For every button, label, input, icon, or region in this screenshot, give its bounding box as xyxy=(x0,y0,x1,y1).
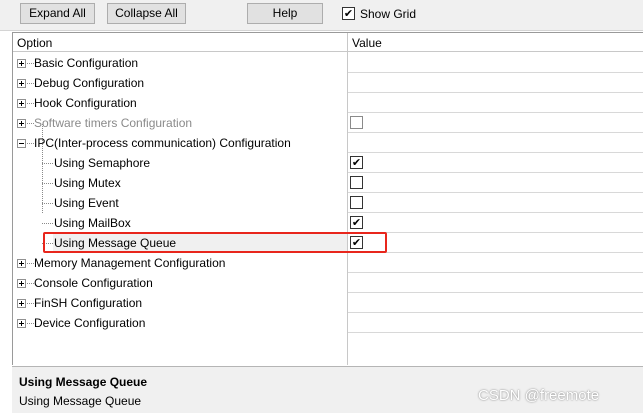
value-cell[interactable] xyxy=(348,173,643,193)
option-label: Basic Configuration xyxy=(34,56,139,70)
value-checkbox[interactable] xyxy=(350,196,363,209)
grid-row[interactable]: IPC(Inter-process communication) Configu… xyxy=(13,133,643,153)
grid-row[interactable]: Using Mutex xyxy=(13,173,643,193)
option-label: Console Configuration xyxy=(34,276,153,290)
toolbar: Expand All Collapse All Help ✔ Show Grid xyxy=(0,0,643,31)
config-window: Expand All Collapse All Help ✔ Show Grid… xyxy=(0,0,643,413)
value-cell[interactable] xyxy=(348,133,643,153)
plus-box-icon[interactable] xyxy=(17,319,26,328)
grid-row[interactable]: Basic Configuration xyxy=(13,53,643,73)
tree-connector xyxy=(27,323,34,324)
option-label: Software timers Configuration xyxy=(34,116,193,130)
tree-connector xyxy=(27,123,34,124)
option-label: Using Mutex xyxy=(54,176,121,190)
tree-connector xyxy=(42,223,53,224)
value-cell[interactable]: ✔ xyxy=(348,153,643,173)
tree-connector xyxy=(42,243,53,244)
value-cell[interactable] xyxy=(348,93,643,113)
grid-row[interactable]: Hook Configuration xyxy=(13,93,643,113)
value-cell[interactable]: ✔ xyxy=(348,213,643,233)
check-icon: ✔ xyxy=(351,216,362,229)
plus-box-icon[interactable] xyxy=(17,259,26,268)
grid-row[interactable]: Debug Configuration xyxy=(13,73,643,93)
tree-connector xyxy=(27,143,34,144)
value-checkbox[interactable]: ✔ xyxy=(350,236,363,249)
grid-row[interactable]: Using Message Queue ✔ xyxy=(13,233,643,253)
column-header-value[interactable]: Value xyxy=(352,35,382,51)
grid-row[interactable]: FinSH Configuration xyxy=(13,293,643,313)
value-cell[interactable] xyxy=(348,193,643,213)
show-grid-checkbox[interactable]: ✔ xyxy=(342,7,355,20)
value-checkbox[interactable] xyxy=(350,116,363,129)
grid-row[interactable]: Software timers Configuration xyxy=(13,113,643,133)
option-label: Memory Management Configuration xyxy=(34,256,226,270)
grid-row[interactable]: Using Semaphore ✔ xyxy=(13,153,643,173)
value-cell[interactable] xyxy=(348,53,643,73)
value-cell[interactable] xyxy=(348,273,643,293)
help-button[interactable]: Help xyxy=(247,3,323,24)
option-label: Hook Configuration xyxy=(34,96,137,110)
collapse-all-button[interactable]: Collapse All xyxy=(107,3,186,24)
expand-all-button[interactable]: Expand All xyxy=(20,3,95,24)
option-label: Device Configuration xyxy=(34,316,146,330)
value-checkbox[interactable] xyxy=(350,176,363,189)
option-label: Using Semaphore xyxy=(54,156,151,170)
description-text: Using Message Queue xyxy=(19,394,142,408)
tree-connector xyxy=(27,103,34,104)
option-label: Debug Configuration xyxy=(34,76,145,90)
grid-header: Option Value xyxy=(13,33,643,52)
grid-row[interactable]: Using MailBox ✔ xyxy=(13,213,643,233)
value-checkbox[interactable]: ✔ xyxy=(350,216,363,229)
check-icon: ✔ xyxy=(351,156,362,169)
show-grid-label: Show Grid xyxy=(360,7,417,21)
tree-connector xyxy=(27,283,34,284)
value-cell[interactable]: ✔ xyxy=(348,233,643,253)
value-cell[interactable] xyxy=(348,113,643,133)
tree-connector xyxy=(42,203,53,204)
option-label: Using Event xyxy=(54,196,119,210)
option-label: Using Message Queue xyxy=(54,236,177,250)
tree-connector xyxy=(42,163,53,164)
value-cell[interactable] xyxy=(348,253,643,273)
options-grid: Option Value Basic Configuration Debug Co… xyxy=(12,32,643,365)
grid-rows: Basic Configuration Debug Configuration Ho… xyxy=(13,53,643,333)
grid-row[interactable]: Memory Management Configuration xyxy=(13,253,643,273)
check-icon: ✔ xyxy=(351,236,362,249)
check-icon: ✔ xyxy=(343,7,354,20)
description-title: Using Message Queue xyxy=(19,375,148,389)
grid-row[interactable]: Using Event xyxy=(13,193,643,213)
value-cell[interactable] xyxy=(348,293,643,313)
tree-connector xyxy=(42,183,53,184)
value-checkbox[interactable]: ✔ xyxy=(350,156,363,169)
tree-connector xyxy=(27,83,34,84)
option-label: IPC(Inter-process communication) Configu… xyxy=(34,136,291,150)
value-cell[interactable] xyxy=(348,313,643,333)
plus-box-icon[interactable] xyxy=(17,119,26,128)
grid-row[interactable]: Device Configuration xyxy=(13,313,643,333)
plus-box-icon[interactable] xyxy=(17,99,26,108)
watermark: CSDN @freemote xyxy=(478,387,600,404)
option-label: Using MailBox xyxy=(54,216,131,230)
tree-connector xyxy=(27,63,34,64)
plus-box-icon[interactable] xyxy=(17,59,26,68)
plus-box-icon[interactable] xyxy=(17,279,26,288)
plus-box-icon[interactable] xyxy=(17,79,26,88)
column-header-option[interactable]: Option xyxy=(17,35,52,51)
tree-connector xyxy=(27,263,34,264)
plus-box-icon[interactable] xyxy=(17,299,26,308)
grid-row[interactable]: Console Configuration xyxy=(13,273,643,293)
tree-connector xyxy=(27,303,34,304)
minus-box-icon[interactable] xyxy=(17,139,26,148)
value-cell[interactable] xyxy=(348,73,643,93)
option-label: FinSH Configuration xyxy=(34,296,143,310)
